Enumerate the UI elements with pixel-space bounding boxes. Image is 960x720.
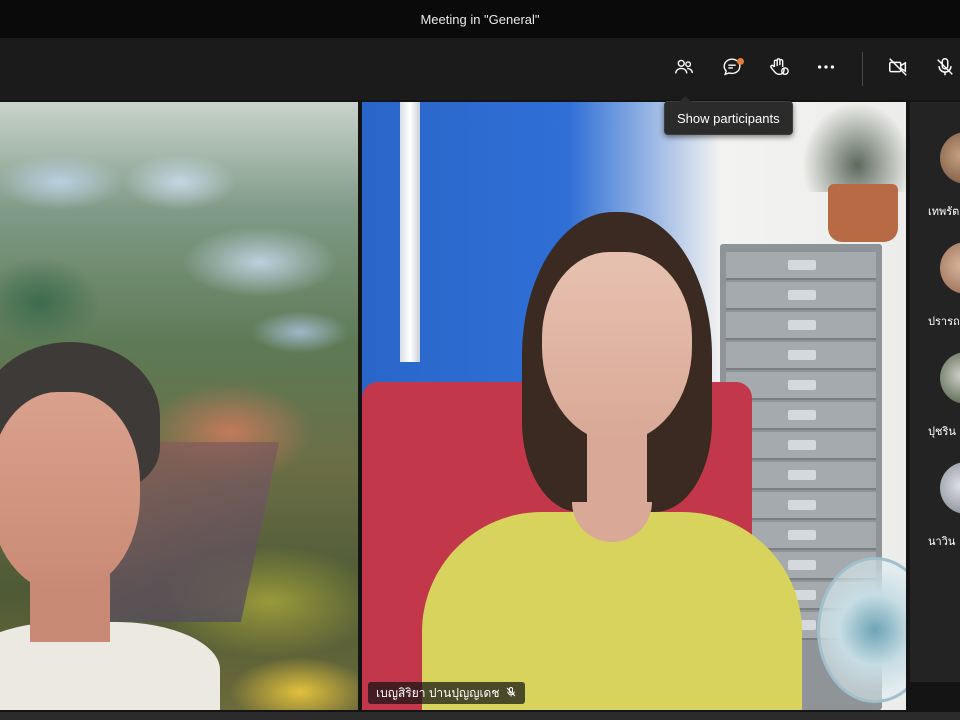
- avatar: [940, 352, 960, 404]
- sidebar-participant[interactable]: ปุชริน: [910, 322, 960, 438]
- participant-name-tag: เบญสิริยา ปานปุญญเดช: [368, 682, 526, 704]
- chat-notification-dot: [737, 58, 744, 65]
- sidebar-participant[interactable]: เทพรัต: [910, 102, 960, 218]
- video-tile-2[interactable]: เบญสิริยา ปานปุญญเดช: [362, 102, 906, 710]
- raise-hand-button[interactable]: [762, 52, 796, 86]
- meeting-title-bar: Meeting in "General": [0, 0, 960, 38]
- more-actions-button[interactable]: [809, 52, 843, 86]
- toolbar-separator: [862, 52, 863, 86]
- meeting-title: Meeting in "General": [420, 11, 540, 27]
- camera-toggle-button[interactable]: [881, 52, 915, 86]
- avatar: [940, 462, 960, 514]
- mic-muted-icon: [505, 686, 517, 701]
- avatar: [940, 132, 960, 184]
- chat-button[interactable]: [715, 52, 749, 86]
- meeting-toolbar: [0, 38, 960, 100]
- camera-off-icon: [887, 56, 909, 83]
- video-tile-1[interactable]: [0, 102, 358, 710]
- sidebar-participant[interactable]: นาวิน: [910, 432, 960, 548]
- tooltip-text: Show participants: [677, 110, 780, 126]
- raise-hand-icon: [768, 56, 790, 83]
- more-icon: [815, 56, 837, 83]
- sidebar-participant-name: นาวิน: [928, 536, 956, 548]
- avatar: [940, 242, 960, 294]
- participants-button[interactable]: [667, 52, 701, 86]
- bottom-strip: [0, 712, 960, 720]
- plant-image: [802, 102, 906, 192]
- participant-video-2: [382, 212, 802, 710]
- sidebar-participant[interactable]: ปรารถ: [910, 212, 960, 328]
- participant-sidebar: เทพรัต ปรารถ ปุชริน นาวิน: [910, 102, 960, 682]
- participant-video-1: [0, 332, 220, 710]
- mic-off-icon: [934, 56, 956, 83]
- people-icon: [673, 56, 695, 83]
- mic-toggle-button[interactable]: [928, 52, 960, 86]
- participants-tooltip: Show participants: [664, 96, 793, 135]
- participant-name: เบญสิริยา ปานปุญญเดช: [376, 685, 500, 700]
- video-stage: เบญสิริยา ปานปุญญเดช เทพรัต ปรารถ ปุชริน: [0, 100, 960, 712]
